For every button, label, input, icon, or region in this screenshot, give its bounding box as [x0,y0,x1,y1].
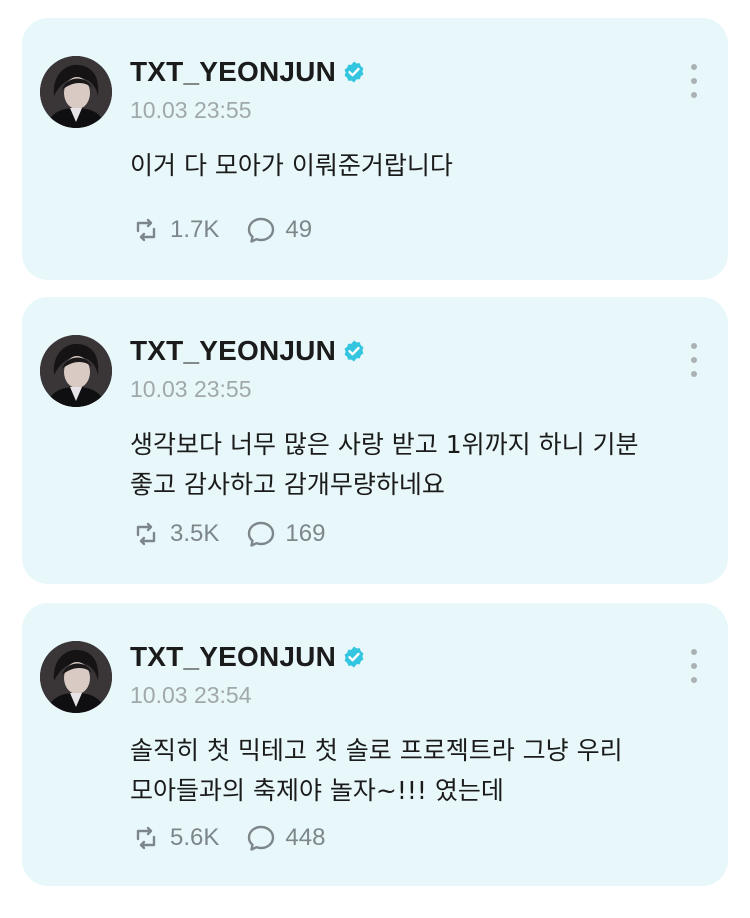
post-card[interactable]: TXT_YEONJUN 10.03 23:55 생각보다 너무 많은 사랑 받고… [22,297,728,584]
avatar[interactable] [40,56,112,128]
post-text: 생각보다 너무 많은 사랑 받고 1위까지 하니 기분 좋고 감사하고 감개무량… [130,430,639,499]
verified-badge-icon [342,60,366,84]
username[interactable]: TXT_YEONJUN [130,335,336,367]
comment-button[interactable]: 49 [245,214,312,246]
post-feed: TXT_YEONJUN 10.03 23:55 이거 다 모아가 이뤄준거랍니다… [0,0,750,918]
author-row: TXT_YEONJUN [130,56,366,88]
repost-icon [136,218,156,242]
comment-bubble-icon [248,217,275,243]
comment-button[interactable]: 169 [245,518,325,550]
comment-count: 169 [285,520,326,547]
comment-bubble-icon [248,521,275,547]
repost-count: 5.6K [170,824,220,851]
post-actions: 1.7K 49 [130,214,338,246]
repost-icon [136,522,156,546]
more-vertical-icon[interactable] [684,649,704,683]
post-text: 이거 다 모아가 이뤄준거랍니다 [130,151,453,180]
verified-badge-icon [342,645,366,669]
repost-count: 3.5K [170,520,220,547]
repost-button[interactable]: 3.5K [130,518,219,550]
post-actions: 5.6K 448 [130,822,351,854]
repost-count: 1.7K [170,216,220,243]
avatar[interactable] [40,335,112,407]
post-timestamp: 10.03 23:55 [130,97,252,123]
post-actions: 3.5K 169 [130,518,351,550]
post-card[interactable]: TXT_YEONJUN 10.03 23:55 이거 다 모아가 이뤄준거랍니다… [22,18,728,280]
avatar[interactable] [40,641,112,713]
post-timestamp: 10.03 23:55 [130,376,252,402]
username[interactable]: TXT_YEONJUN [130,641,336,673]
repost-button[interactable]: 1.7K [130,214,219,246]
author-row: TXT_YEONJUN [130,335,366,367]
repost-icon [136,826,156,850]
more-vertical-icon[interactable] [684,64,704,98]
post-text: 솔직히 첫 믹테고 첫 솔로 프로젝트라 그냥 우리 모아들과의 축제야 놀자~… [130,736,623,805]
post-card[interactable]: TXT_YEONJUN 10.03 23:54 솔직히 첫 믹테고 첫 솔로 프… [22,603,728,886]
more-vertical-icon[interactable] [684,343,704,377]
comment-count: 49 [285,216,313,243]
author-row: TXT_YEONJUN [130,641,366,673]
repost-button[interactable]: 5.6K [130,822,219,854]
comment-button[interactable]: 448 [245,822,325,854]
post-timestamp: 10.03 23:54 [130,682,252,708]
verified-badge-icon [342,339,366,363]
comment-count: 448 [285,824,326,851]
username[interactable]: TXT_YEONJUN [130,56,336,88]
comment-bubble-icon [248,825,275,851]
